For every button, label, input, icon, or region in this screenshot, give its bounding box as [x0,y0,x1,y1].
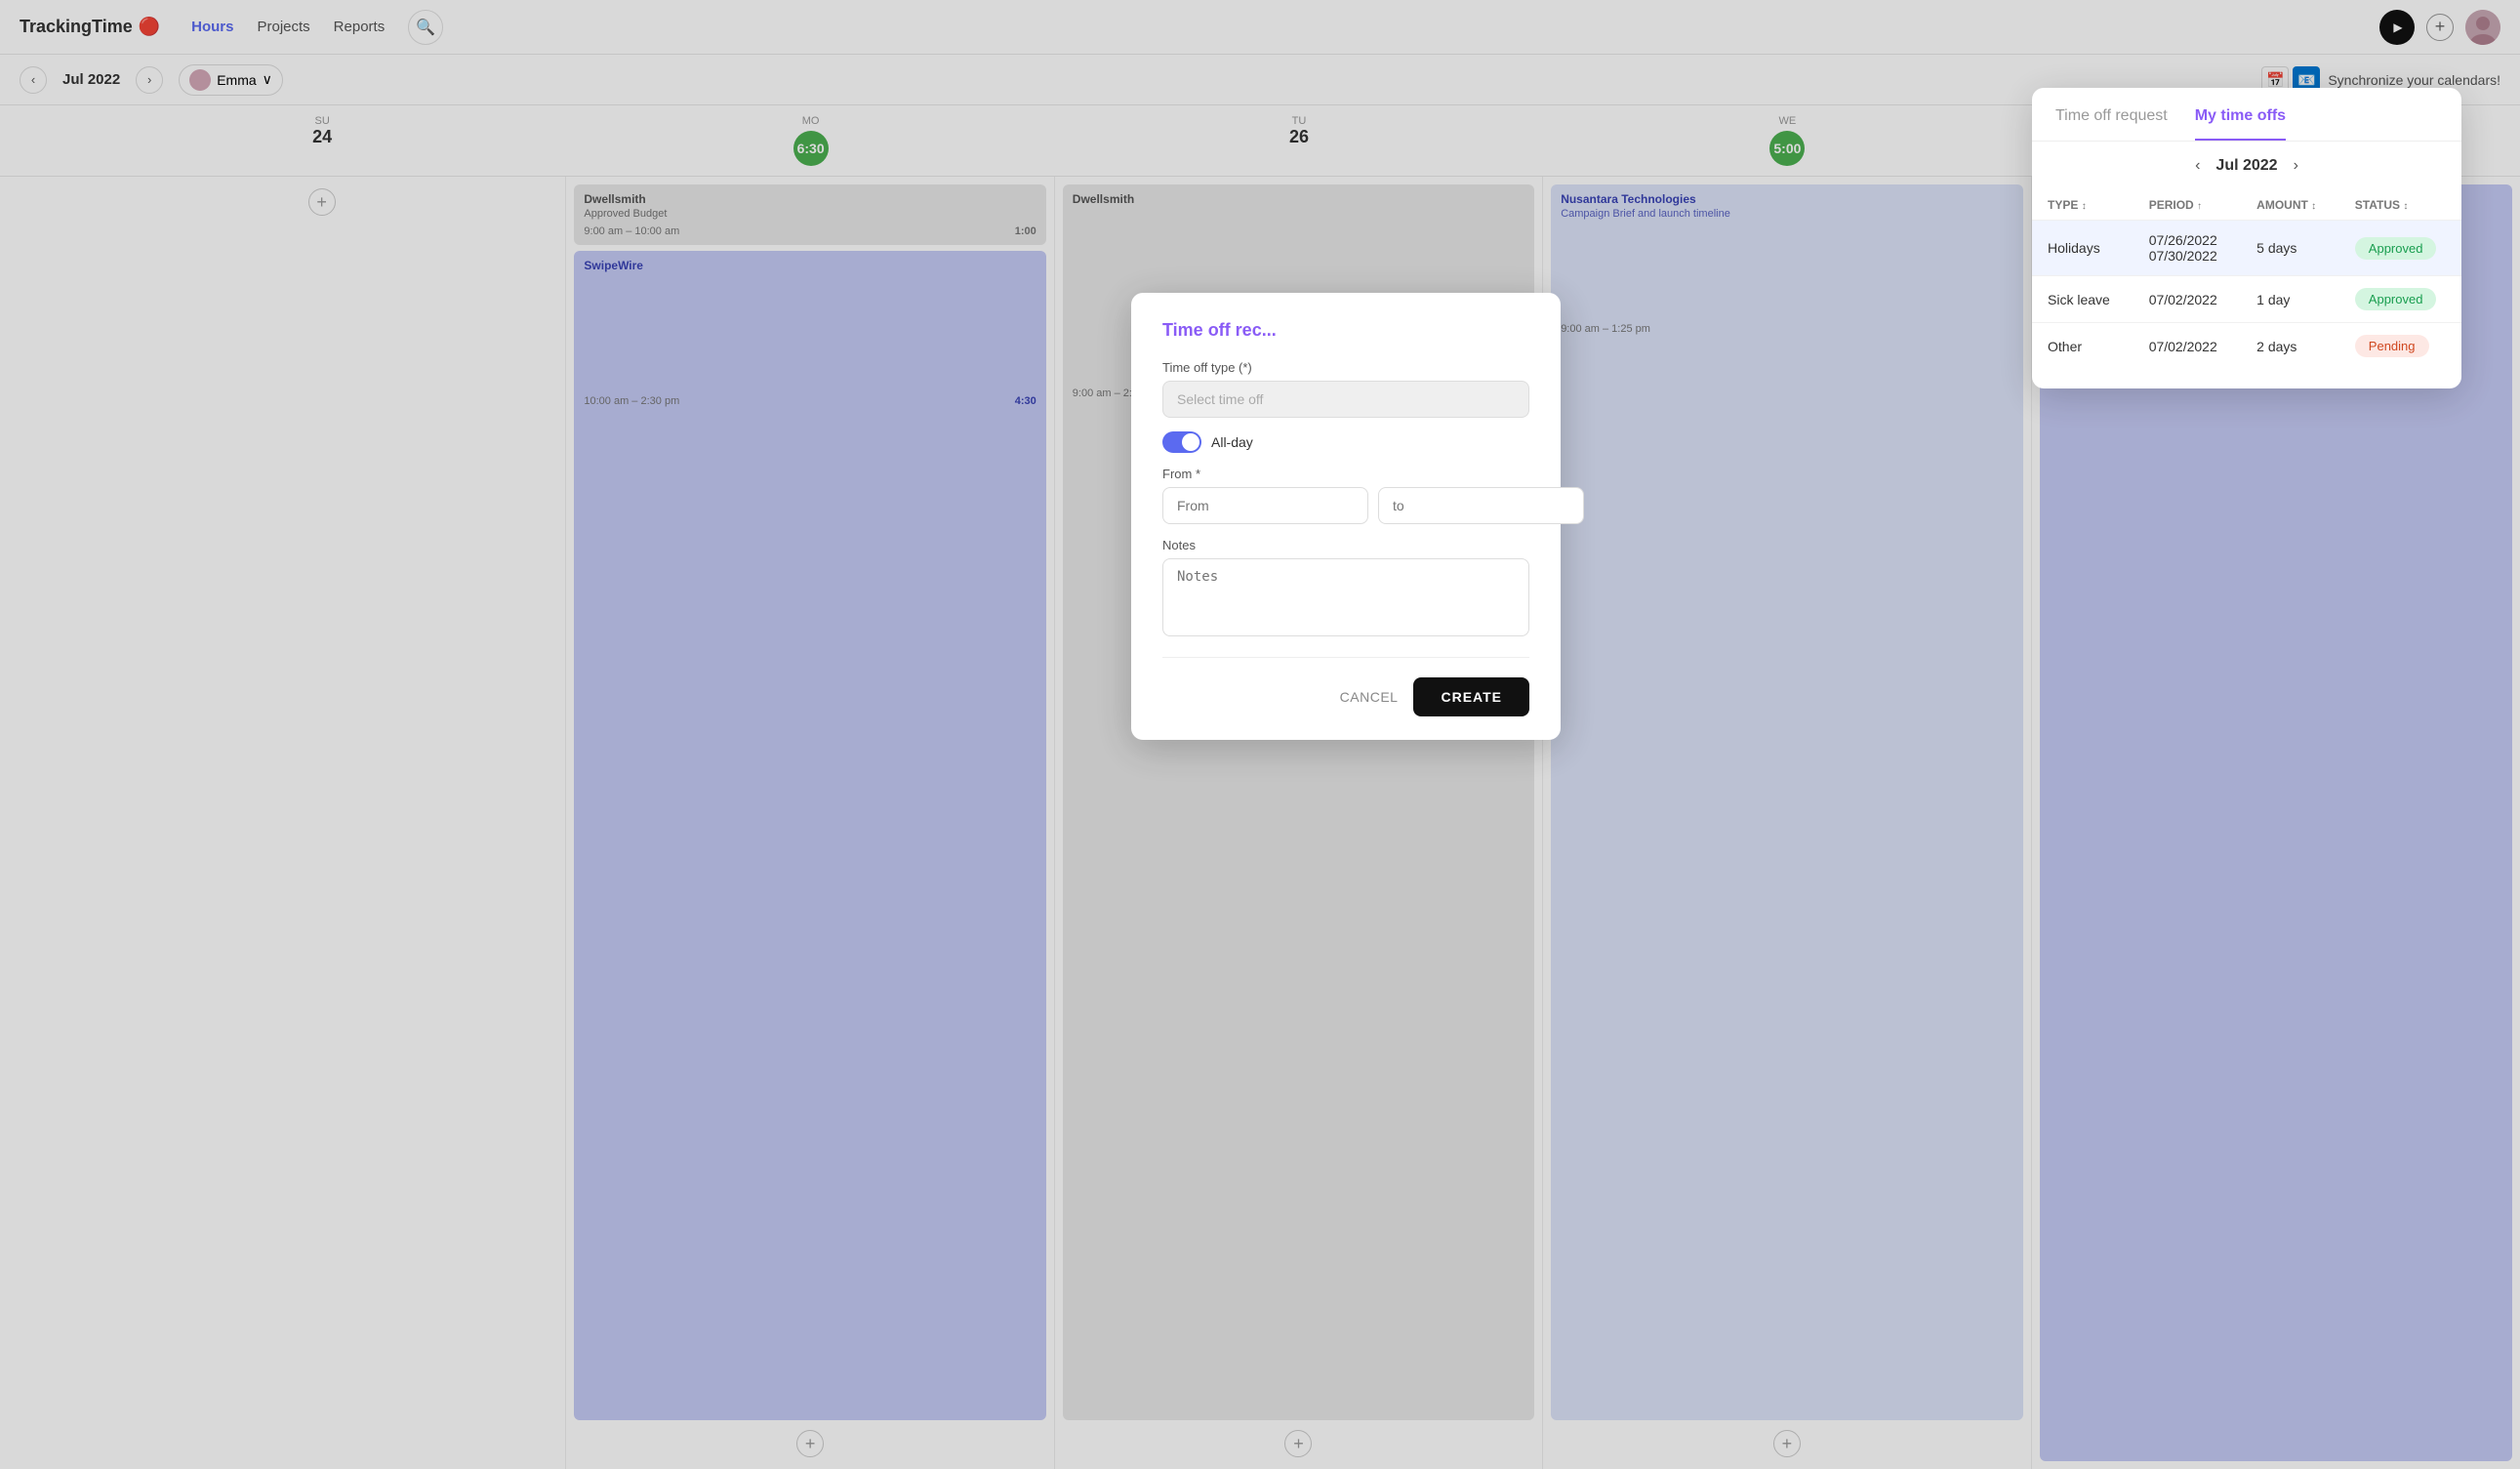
time-off-type-select[interactable]: Select time off [1162,381,1529,418]
cell-type: Other [2032,323,2134,370]
status-badge-pending: Pending [2355,335,2429,357]
cell-period: 07/26/2022 07/30/2022 [2134,221,2241,276]
cancel-button[interactable]: CANCEL [1340,689,1399,705]
to-input[interactable] [1378,487,1584,524]
allday-label: All-day [1211,434,1253,450]
allday-toggle-row: All-day [1162,431,1529,453]
notes-label: Notes [1162,538,1529,552]
sort-amount-icon: ↕ [2311,201,2316,212]
type-label: Time off type (*) [1162,360,1529,375]
sort-period-icon: ↑ [2197,201,2202,212]
table-header-row: TYPE ↕ PERIOD ↑ AMOUNT ↕ STATUS ↕ [2032,190,2461,221]
table-row: Other 07/02/2022 2 days Pending [2032,323,2461,370]
status-badge-approved: Approved [2355,288,2437,310]
create-button[interactable]: CREATE [1413,677,1529,716]
form-actions: CANCEL CREATE [1162,677,1529,716]
from-to-row [1162,487,1529,524]
cell-type: Holidays [2032,221,2134,276]
sort-type-icon: ↕ [2082,201,2087,212]
col-amount[interactable]: AMOUNT ↕ [2241,190,2339,221]
panel-prev-month[interactable]: ‹ [2195,157,2200,175]
cell-amount: 5 days [2241,221,2339,276]
form-divider [1162,657,1529,658]
table-row: Holidays 07/26/2022 07/30/2022 5 days Ap… [2032,221,2461,276]
cell-amount: 2 days [2241,323,2339,370]
status-badge-approved: Approved [2355,237,2437,260]
panel-tabs: Time off request My time offs [2032,88,2461,142]
col-status[interactable]: STATUS ↕ [2339,190,2461,221]
tab-my-time-offs[interactable]: My time offs [2195,107,2286,141]
cell-period: 07/02/2022 [2134,323,2241,370]
cell-period: 07/02/2022 [2134,276,2241,323]
cell-amount: 1 day [2241,276,2339,323]
cell-status: Approved [2339,221,2461,276]
form-title: Time off rec... [1162,320,1529,341]
allday-toggle[interactable] [1162,431,1201,453]
sort-status-icon: ↕ [2403,201,2408,212]
timeoff-panel: Time off request My time offs ‹ Jul 2022… [2032,88,2461,388]
cell-type: Sick leave [2032,276,2134,323]
col-period[interactable]: PERIOD ↑ [2134,190,2241,221]
cell-status: Pending [2339,323,2461,370]
notes-textarea[interactable] [1162,558,1529,636]
table-row: Sick leave 07/02/2022 1 day Approved [2032,276,2461,323]
timeoff-table: TYPE ↕ PERIOD ↑ AMOUNT ↕ STATUS ↕ Holida… [2032,190,2461,369]
from-label: From * [1162,467,1529,481]
cell-status: Approved [2339,276,2461,323]
timeoff-form: Time off rec... Time off type (*) Select… [1131,293,1561,740]
panel-month-label: Jul 2022 [2215,157,2277,175]
from-input[interactable] [1162,487,1368,524]
col-type[interactable]: TYPE ↕ [2032,190,2134,221]
tab-time-off-request[interactable]: Time off request [2055,107,2168,141]
panel-month-nav: ‹ Jul 2022 › [2032,142,2461,190]
panel-next-month[interactable]: › [2294,157,2298,175]
